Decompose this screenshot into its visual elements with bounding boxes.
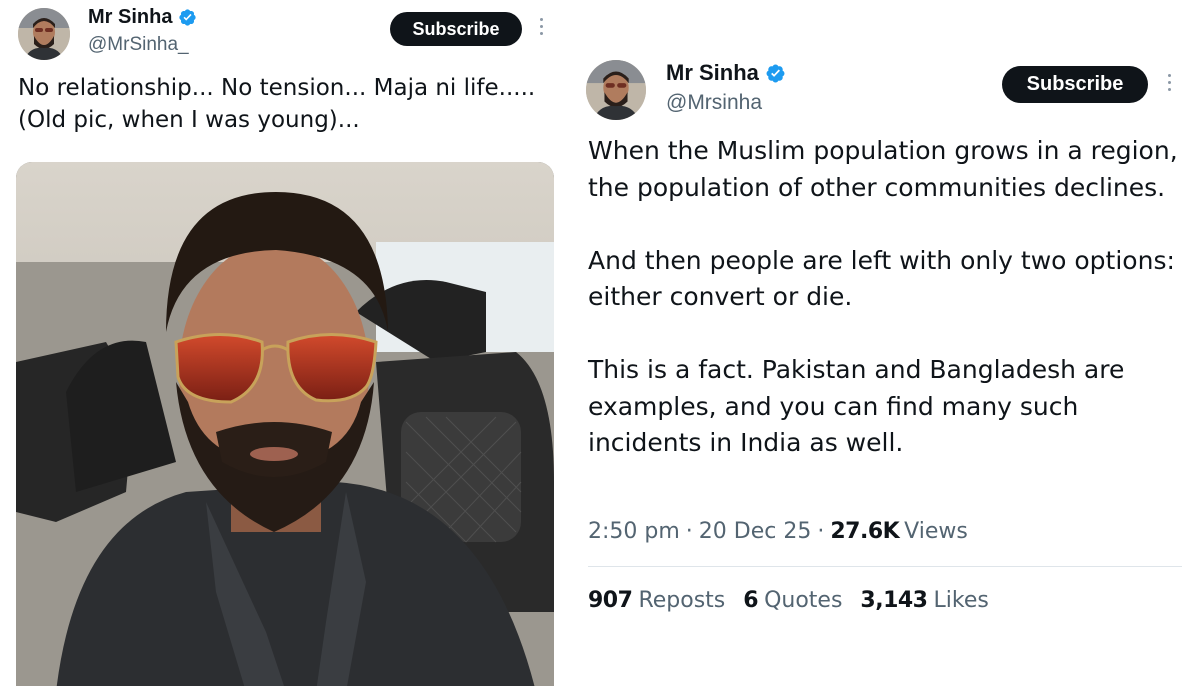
views-label[interactable]: Views [904,519,968,544]
more-options-icon[interactable] [540,18,543,35]
reposts-label: Reposts [638,588,726,613]
tweet-text-line: (Old pic, when I was young)... [18,107,360,133]
quotes-stat[interactable]: 6 Quotes [743,588,842,613]
display-name[interactable]: Mr Sinha [666,60,759,86]
more-options-icon[interactable] [1168,74,1171,91]
tweet-meta: 2:50 pm · 20 Dec 25 · 27.6K Views [588,519,968,544]
avatar[interactable] [586,60,646,120]
tweet-paragraph: When the Muslim population grows in a re… [588,136,1178,202]
right-tweet: Mr Sinha @Mrsinha Subscribe When the Mus… [566,0,1200,686]
engagement-stats: 907 Reposts 6 Quotes 3,143 Likes [588,588,1007,613]
handle[interactable]: @Mrsinha [666,91,762,115]
meta-separator: · [817,519,825,544]
meta-separator: · [685,519,693,544]
views-count[interactable]: 27.6K [830,519,899,544]
handle[interactable]: @MrSinha_ [88,34,189,56]
tweet-paragraph: And then people are left with only two o… [588,245,1175,312]
reposts-count: 907 [588,588,633,613]
avatar-image [586,60,646,120]
tweet-text-line: No relationship... No tension... Maja ni… [18,75,536,101]
likes-count: 3,143 [860,588,928,613]
tweet-photo[interactable] [16,162,554,686]
selfie-image [16,162,554,686]
subscribe-button[interactable]: Subscribe [1002,66,1148,103]
tweet-text: When the Muslim population grows in a re… [588,133,1188,462]
display-name[interactable]: Mr Sinha [88,6,172,29]
likes-stat[interactable]: 3,143 Likes [860,588,988,613]
quotes-label: Quotes [764,588,843,613]
avatar[interactable] [18,8,70,60]
name-row: Mr Sinha [88,6,197,29]
verified-badge-icon [765,63,786,84]
likes-label: Likes [933,588,989,613]
verified-badge-icon [178,8,197,27]
tweet-paragraph: This is a fact. Pakistan and Bangladesh … [588,355,1125,457]
reposts-stat[interactable]: 907 Reposts [588,588,725,613]
divider-line [588,566,1182,567]
tweet-text: No relationship... No tension... Maja ni… [18,72,558,136]
name-row: Mr Sinha [666,60,786,86]
quotes-count: 6 [743,588,759,613]
left-tweet: Mr Sinha @MrSinha_ Subscribe No relation… [0,0,566,686]
tweet-date[interactable]: 20 Dec 25 [699,519,812,544]
avatar-image [18,8,70,60]
tweet-time[interactable]: 2:50 pm [588,519,680,544]
subscribe-button[interactable]: Subscribe [390,12,522,46]
